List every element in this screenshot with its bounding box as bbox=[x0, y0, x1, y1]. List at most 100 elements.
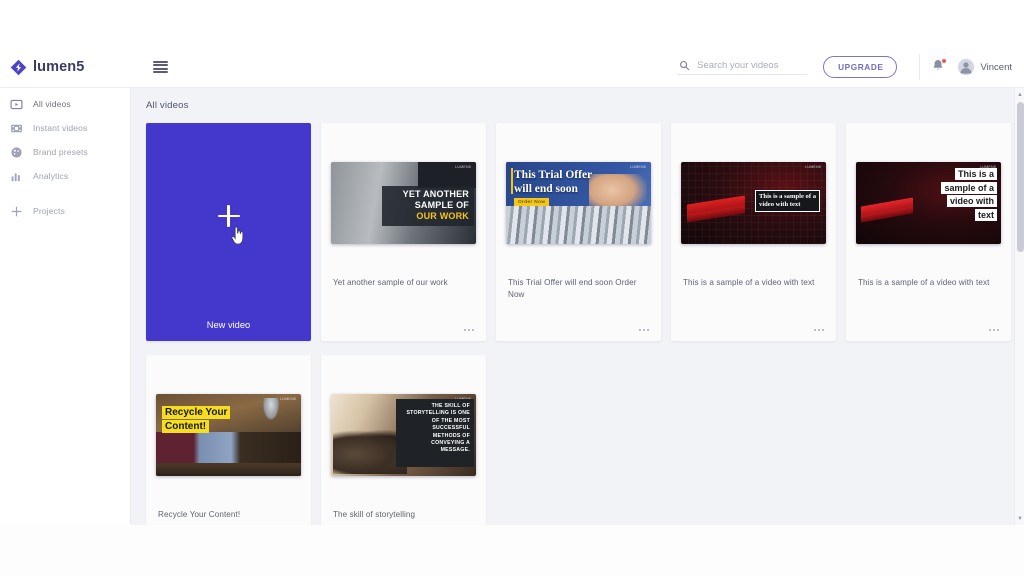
search-box[interactable] bbox=[677, 59, 808, 75]
thumbnail-area: LUMEN5 YET ANOTHER SAMPLE OF OUR WORK bbox=[321, 123, 486, 283]
watermark-label: LUMEN5 bbox=[280, 397, 296, 401]
thumb-caption-line: SUCCESSFUL bbox=[432, 425, 470, 432]
vertical-scrollbar[interactable]: ▲ ▼ bbox=[1014, 88, 1024, 525]
thumbnail-area: LUMEN5 This is a sample of a video with … bbox=[671, 123, 836, 283]
thumb-caption-line: STORYTELLING IS ONE bbox=[406, 410, 470, 417]
brand-logo[interactable]: lumen5 bbox=[0, 47, 131, 87]
thumb-caption: THE SKILL OF STORYTELLING IS ONE OF THE … bbox=[396, 399, 474, 467]
toolbar-divider bbox=[919, 54, 921, 80]
sidebar-item-label: Projects bbox=[33, 206, 65, 216]
thumb-caption-line: YET ANOTHER bbox=[402, 189, 469, 199]
video-card[interactable]: LUMEN5 This is a sample of a video with … bbox=[671, 123, 836, 341]
notifications-button[interactable] bbox=[930, 58, 947, 76]
sidebar-item-label: Instant videos bbox=[33, 123, 88, 133]
thumb-caption-line: text bbox=[974, 208, 997, 221]
caret-up-icon[interactable]: ▲ bbox=[1015, 89, 1024, 100]
search-icon bbox=[680, 60, 690, 70]
video-thumbnail: LUMEN5 Recycle Your Content! bbox=[156, 394, 301, 476]
video-thumbnail: LUMEN5 YET ANOTHER SAMPLE OF OUR WORK bbox=[331, 162, 476, 244]
thumb-caption-line: OF THE MOST bbox=[431, 417, 470, 424]
thumbnail-area: LUMEN5 This Trial Offer will end soon Or… bbox=[496, 123, 661, 283]
thumb-caption-line: OUR WORK bbox=[416, 211, 469, 221]
thumb-caption-line: Content! bbox=[162, 420, 210, 433]
sidebar-item-all-videos[interactable]: All videos bbox=[0, 92, 130, 116]
thumbnail-area: LUMEN5 This is a sample of a video with … bbox=[846, 123, 1011, 283]
more-options-icon[interactable] bbox=[639, 329, 649, 331]
user-name-label: Vincent bbox=[980, 61, 1012, 73]
sidebar-item-brand-presets[interactable]: Brand presets bbox=[0, 140, 130, 164]
browser-chrome-top bbox=[0, 0, 1024, 47]
upgrade-button[interactable]: UPGRADE bbox=[823, 56, 898, 78]
video-title: This is a sample of a video with text bbox=[683, 278, 815, 287]
main-content: All videos New video LUMEN5 YET ANOTHER bbox=[131, 88, 1024, 525]
video-card[interactable]: LUMEN5 This is a sample of a video with … bbox=[846, 123, 1011, 341]
more-options-icon[interactable] bbox=[464, 329, 474, 331]
thumb-caption: This is a sample of a video with text bbox=[941, 168, 997, 221]
thumb-caption-line: video with text bbox=[759, 201, 801, 208]
thumb-caption-line: THE SKILL OF bbox=[431, 403, 470, 409]
thumb-caption-line: SAMPLE OF bbox=[414, 200, 469, 210]
new-video-card[interactable]: New video bbox=[146, 123, 311, 341]
lumen5-diamond-logo-icon bbox=[10, 59, 27, 75]
thumb-caption-line: Recycle Your bbox=[162, 406, 231, 419]
video-title: This Trial Offer will end soon Order Now bbox=[508, 278, 637, 299]
more-options-icon[interactable] bbox=[814, 329, 824, 331]
video-card[interactable]: LUMEN5 Recycle Your Content! Recycle You… bbox=[146, 355, 311, 525]
thumb-caption-line: video with bbox=[946, 195, 997, 207]
thumb-caption-line: CONVEYING A bbox=[431, 440, 470, 447]
sidebar-item-analytics[interactable]: Analytics bbox=[0, 164, 130, 188]
video-thumbnail: LUMEN5 This is a sample of a video with … bbox=[856, 162, 1001, 244]
video-thumbnail: LUMEN5 This is a sample of a video with … bbox=[681, 162, 826, 244]
video-card[interactable]: LUMEN5 THE SKILL OF STORYTELLING IS ONE … bbox=[321, 355, 486, 525]
video-thumbnail: LUMEN5 THE SKILL OF STORYTELLING IS ONE … bbox=[331, 394, 476, 476]
thumbnail-area: LUMEN5 Recycle Your Content! bbox=[146, 355, 311, 515]
thumbnail-area: LUMEN5 THE SKILL OF STORYTELLING IS ONE … bbox=[321, 355, 486, 515]
thumb-caption: This is a sample of a video with text bbox=[755, 190, 820, 212]
video-title: The skill of storytelling bbox=[333, 510, 416, 519]
thumb-caption-line: This is a bbox=[954, 168, 997, 180]
search-input[interactable] bbox=[697, 59, 806, 71]
thumb-caption-line: This is a sample of a bbox=[759, 193, 816, 200]
thumb-art-desk bbox=[156, 463, 301, 476]
video-thumbnail: LUMEN5 This Trial Offer will end soon Or… bbox=[506, 162, 651, 244]
hamburger-menu-icon[interactable] bbox=[153, 60, 168, 74]
scrollbar-thumb[interactable] bbox=[1016, 102, 1024, 252]
video-grid: New video LUMEN5 YET ANOTHER SAMPLE OF O… bbox=[131, 111, 1011, 525]
sidebar-item-label: Analytics bbox=[33, 171, 69, 181]
user-menu[interactable]: Vincent bbox=[958, 59, 1012, 75]
brand-name: lumen5 bbox=[33, 59, 85, 75]
thumb-caption-line: METHODS OF bbox=[432, 432, 470, 439]
user-avatar-icon bbox=[958, 59, 975, 75]
thumb-caption: YET ANOTHER SAMPLE OF OUR WORK bbox=[382, 186, 474, 226]
thumb-caption-line: will end soon bbox=[514, 183, 578, 195]
video-card[interactable]: LUMEN5 YET ANOTHER SAMPLE OF OUR WORK Ye… bbox=[321, 123, 486, 341]
video-title: Recycle Your Content! bbox=[158, 510, 241, 519]
thumb-accent-bar bbox=[511, 168, 513, 194]
plus-icon bbox=[217, 205, 240, 227]
thumb-art-lamp bbox=[263, 398, 279, 420]
lumen5-dashboard: lumen5 UPGRADE bbox=[0, 0, 1024, 576]
palette-icon bbox=[10, 146, 23, 159]
video-title: Yet another sample of our work bbox=[333, 278, 448, 287]
topbar-right-group: UPGRADE Vincent bbox=[677, 47, 1024, 87]
caret-down-icon[interactable]: ▼ bbox=[1015, 513, 1024, 524]
hand-pointer-cursor-icon bbox=[231, 227, 244, 244]
watermark-label: LUMEN5 bbox=[455, 165, 471, 169]
watermark-label: LUMEN5 bbox=[630, 165, 646, 169]
thumb-caption-line: This Trial Offer bbox=[514, 169, 593, 181]
video-title: This is a sample of a video with text bbox=[858, 278, 990, 287]
more-options-icon[interactable] bbox=[989, 329, 999, 331]
video-card[interactable]: LUMEN5 This Trial Offer will end soon Or… bbox=[496, 123, 661, 341]
instant-video-icon bbox=[10, 122, 23, 135]
browser-chrome-bottom bbox=[0, 525, 1024, 576]
thumb-caption-line: MESSAGE. bbox=[440, 447, 470, 454]
thumb-caption-line: sample of a bbox=[941, 181, 997, 194]
thumb-cta-label: Order Now bbox=[514, 198, 550, 206]
new-video-label: New video bbox=[206, 320, 251, 330]
bar-chart-icon bbox=[10, 170, 23, 183]
sidebar-item-label: All videos bbox=[33, 99, 71, 109]
sidebar-item-instant-videos[interactable]: Instant videos bbox=[0, 116, 130, 140]
sidebar-item-projects[interactable]: Projects bbox=[0, 199, 130, 223]
top-navigation-bar: lumen5 UPGRADE bbox=[0, 47, 1024, 88]
sidebar-item-label: Brand presets bbox=[33, 147, 88, 157]
